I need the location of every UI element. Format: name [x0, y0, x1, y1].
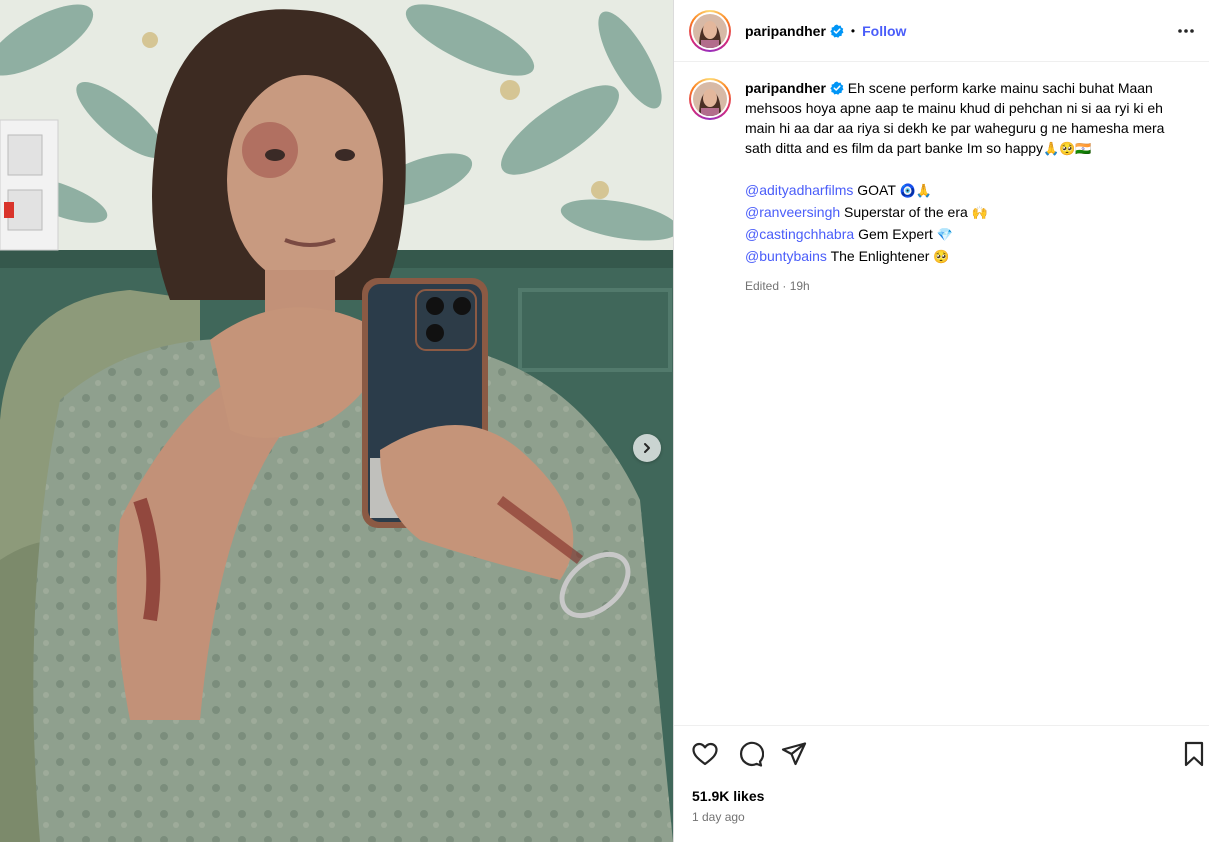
- mention-line: @adityadharfilms GOAT 🧿🙏: [745, 180, 1191, 202]
- mention-link[interactable]: @castingchhabra: [745, 226, 854, 242]
- separator-dot: •: [850, 23, 856, 38]
- post-media[interactable]: [0, 0, 673, 842]
- follow-button[interactable]: Follow: [862, 23, 906, 39]
- heart-icon[interactable]: [691, 740, 719, 768]
- bookmark-icon[interactable]: [1180, 740, 1208, 768]
- chevron-right-icon: [644, 443, 650, 453]
- caption-avatar[interactable]: [689, 78, 731, 120]
- verified-badge-icon: [830, 81, 844, 95]
- post-details-panel: paripandher • Follow paripandher Eh scen…: [673, 0, 1209, 842]
- caption-avatar-image: [693, 82, 727, 116]
- actions-bar: 51.9K likes 1 day ago: [674, 725, 1209, 842]
- more-options-icon[interactable]: [1176, 21, 1196, 41]
- comment-icon[interactable]: [736, 740, 764, 768]
- post-photo: [0, 0, 673, 842]
- mention-emoji: 💎: [936, 228, 953, 243]
- caption-meta: Edited · 19h: [745, 279, 810, 293]
- mention-link[interactable]: @buntybains: [745, 248, 827, 264]
- post-header: paripandher • Follow: [674, 0, 1209, 62]
- caption-area: paripandher Eh scene perform karke mainu…: [689, 78, 1199, 296]
- mention-text: GOAT: [857, 182, 896, 198]
- mention-emoji: 🙌: [971, 206, 988, 221]
- mention-text: The Enlightener: [830, 248, 930, 264]
- header-username[interactable]: paripandher: [745, 23, 826, 39]
- like-count[interactable]: 51.9K likes: [692, 788, 764, 804]
- caption: paripandher Eh scene perform karke mainu…: [745, 78, 1191, 296]
- mention-text: Gem Expert: [858, 226, 933, 242]
- avatar[interactable]: [689, 9, 731, 52]
- caption-emoji: 🙏🥺🇮🇳: [1043, 142, 1092, 157]
- caption-username[interactable]: paripandher: [745, 80, 826, 96]
- post-timestamp[interactable]: 1 day ago: [692, 810, 745, 824]
- mention-line: @castingchhabra Gem Expert 💎: [745, 224, 1191, 246]
- mention-link[interactable]: @ranveersingh: [745, 204, 840, 220]
- share-icon[interactable]: [780, 740, 808, 768]
- next-media-button[interactable]: [633, 434, 661, 462]
- avatar-image: [693, 13, 727, 48]
- mention-link[interactable]: @adityadharfilms: [745, 182, 853, 198]
- mention-emoji: 🧿🙏: [899, 184, 932, 199]
- mention-text: Superstar of the era: [844, 204, 968, 220]
- mention-line: @ranveersingh Superstar of the era 🙌: [745, 202, 1191, 224]
- mention-line: @buntybains The Enlightener 🥺: [745, 246, 1191, 268]
- mention-emoji: 🥺: [933, 250, 950, 265]
- verified-badge-icon: [830, 24, 844, 38]
